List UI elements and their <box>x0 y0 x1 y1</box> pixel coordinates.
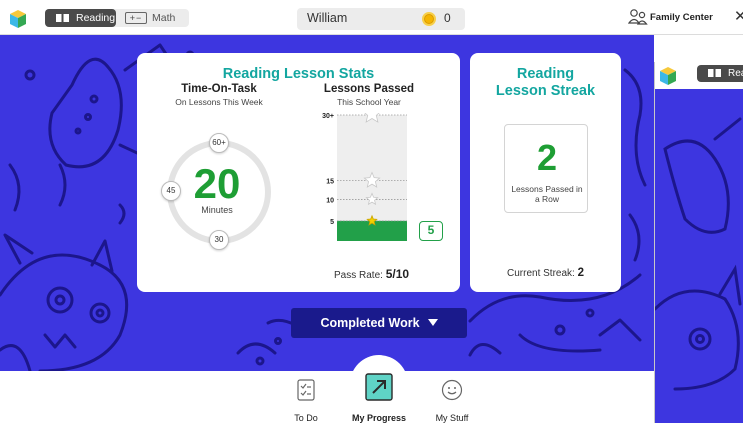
nav-todo[interactable]: To Do <box>283 373 329 423</box>
preview-main <box>655 89 743 423</box>
checklist-icon <box>297 379 315 401</box>
coin-icon <box>422 12 436 26</box>
caret-down-icon <box>427 319 438 326</box>
gauge-tick-left: 45 <box>161 181 181 201</box>
pass-rate-value: 5/10 <box>385 267 410 281</box>
stats-card-title: Reading Lesson Stats <box>222 66 375 82</box>
math-tab[interactable]: +− Math <box>121 9 189 27</box>
current-streak-value: 2 <box>577 267 584 279</box>
current-streak-label: Current Streak: <box>507 268 575 279</box>
coin-count: 0 <box>444 11 451 25</box>
reading-tab-label: Reading <box>76 12 116 24</box>
chart-tick-label: 5 <box>330 219 334 226</box>
chart-tick-label: 30+ <box>322 113 334 120</box>
reading-tab[interactable]: Reading <box>45 9 116 27</box>
current-streak: Current Streak: 2 <box>470 267 621 279</box>
nav-my-stuff-label: My Stuff <box>435 413 469 423</box>
streak-card-title: Reading Lesson Streak <box>495 66 596 99</box>
preview-pane: Rea <box>654 62 743 423</box>
progress-arrow-icon <box>365 373 393 401</box>
nav-my-stuff[interactable]: My Stuff <box>432 373 472 423</box>
lessons-passed-value-callout: 5 <box>419 221 443 241</box>
family-icon[interactable] <box>628 8 648 26</box>
streak-box: 2 Lessons Passed in a Row <box>504 124 588 213</box>
time-on-task-gauge: 20 Minutes 60+ 45 30 <box>157 125 277 260</box>
smiley-icon <box>441 379 463 401</box>
nav-my-progress-label: My Progress <box>351 413 407 423</box>
close-icon[interactable]: ✕ <box>734 7 743 25</box>
completed-work-button[interactable]: Completed Work <box>291 308 467 338</box>
student-bar[interactable]: William 0 <box>297 8 465 30</box>
lessons-passed-title: Lessons Passed <box>323 83 415 95</box>
time-on-task-title: Time-On-Task <box>181 83 257 95</box>
chart-bar <box>337 220 407 241</box>
lessons-passed-subtitle: This School Year <box>337 97 401 107</box>
gauge-tick-top: 60+ <box>209 133 229 153</box>
app-logo-icon[interactable] <box>9 9 27 29</box>
streak-value: 2 <box>536 137 558 178</box>
math-tab-label: Math <box>152 12 176 24</box>
chart-tick-label: 10 <box>326 197 334 204</box>
student-name: William <box>307 11 348 25</box>
nav-todo-label: To Do <box>294 413 318 423</box>
subject-toggle: Reading +− Math <box>45 9 189 27</box>
pass-rate: Pass Rate: 5/10 <box>334 267 409 281</box>
top-bar: Reading +− Math William 0 Family Center … <box>0 0 743 35</box>
preview-reading-label: Rea <box>728 68 743 79</box>
lessons-passed-chart: 5 10 15 30+ <box>322 113 407 241</box>
reading-lesson-stats-card: Reading Lesson Stats Time-On-Task On Les… <box>137 53 460 292</box>
pass-rate-label: Pass Rate: <box>334 270 383 281</box>
main-panel: Reading Lesson Stats Time-On-Task On Les… <box>0 35 654 371</box>
preview-reading-tab: Rea <box>697 65 743 82</box>
time-on-task-unit: Minutes <box>201 205 233 215</box>
gauge-tick-bottom: 30 <box>209 230 229 250</box>
book-icon <box>56 14 69 22</box>
app-logo-icon <box>660 67 676 85</box>
streak-description: Lessons Passed in a Row <box>511 184 583 204</box>
book-icon <box>708 69 721 77</box>
completed-work-label: Completed Work <box>320 316 420 330</box>
chart-tick-label: 15 <box>326 179 334 186</box>
reading-lesson-streak-card: Reading Lesson Streak 2 Lessons Passed i… <box>470 53 621 292</box>
family-center-link[interactable]: Family Center <box>650 12 713 23</box>
preview-doodle <box>655 117 742 391</box>
time-on-task-subtitle: On Lessons This Week <box>175 97 263 107</box>
nav-my-progress[interactable]: My Progress <box>351 368 407 423</box>
plus-minus-icon: +− <box>125 12 147 24</box>
